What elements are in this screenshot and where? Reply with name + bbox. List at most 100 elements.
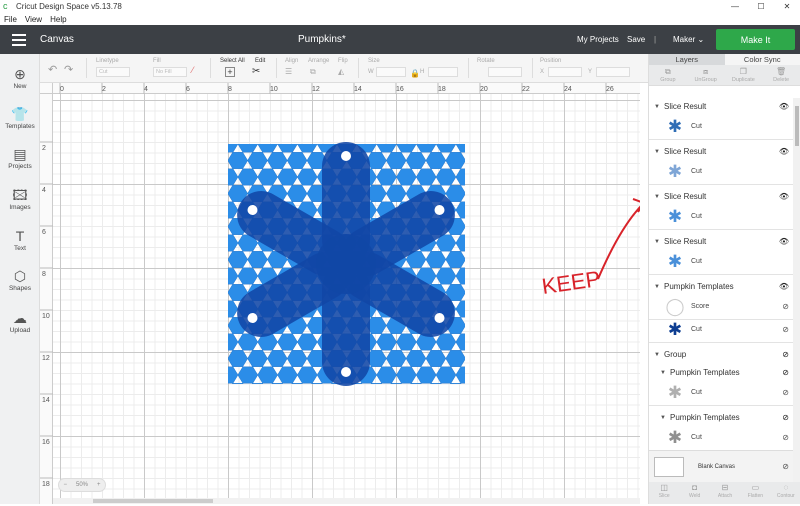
layers-scroll-thumb[interactable] — [795, 106, 799, 146]
eye-hidden-icon[interactable]: ⊘ — [782, 462, 789, 471]
flatten-button[interactable]: ▭Flatten — [740, 482, 770, 504]
make-it-button[interactable]: Make It — [716, 29, 795, 50]
save-button[interactable]: Save — [627, 35, 645, 44]
toolbar-divider — [86, 58, 87, 78]
close-button[interactable]: ✕ — [774, 0, 800, 13]
hexagon-cell — [406, 152, 426, 168]
new-button[interactable]: ⊕ New — [0, 66, 40, 90]
attach-button[interactable]: ⊟Attach — [710, 482, 740, 504]
layer-group-header[interactable]: ▼Pumpkin Templates👁 — [649, 280, 793, 293]
hamburger-menu-icon[interactable] — [0, 34, 38, 46]
eye-icon[interactable]: 👁 — [779, 102, 789, 111]
layer-item[interactable]: ✱Cut — [649, 249, 793, 275]
minimize-button[interactable]: — — [722, 0, 748, 13]
images-button[interactable]: 🖾 Images — [0, 187, 40, 211]
machine-select[interactable]: Maker ⌄ — [673, 35, 704, 44]
eye-hidden-icon[interactable]: ⊘ — [782, 368, 789, 377]
canvas-artwork: KEEP — [53, 94, 640, 504]
caret-down-icon[interactable]: ▼ — [654, 104, 664, 110]
caret-down-icon[interactable]: ▼ — [660, 415, 670, 421]
tab-layers[interactable]: Layers — [649, 54, 725, 65]
ruler-top-label: 4 — [144, 86, 148, 93]
arrange-icon[interactable]: ⧉ — [310, 67, 316, 77]
position-x-input[interactable] — [548, 67, 582, 77]
projects-button[interactable]: ▤ Projects — [0, 146, 40, 170]
zoom-in-button[interactable]: + — [97, 482, 101, 488]
maximize-button[interactable]: ☐ — [748, 0, 774, 13]
my-projects-link[interactable]: My Projects — [577, 35, 619, 44]
layer-item[interactable]: ✱Cut⊘ — [649, 380, 793, 406]
redo-icon[interactable]: ↷ — [64, 63, 73, 76]
eye-hidden-icon[interactable]: ⊘ — [782, 433, 789, 442]
zoom-out-button[interactable]: − — [63, 482, 67, 488]
layer-item[interactable]: ✱Cut — [649, 114, 793, 140]
caret-down-icon[interactable]: ▼ — [654, 194, 664, 200]
eye-hidden-icon[interactable]: ⊘ — [782, 302, 789, 311]
caret-down-icon[interactable]: ▼ — [660, 370, 670, 376]
layer-group-header[interactable]: ▼Slice Result👁 — [649, 100, 793, 113]
design-canvas[interactable]: KEEP — [53, 94, 640, 504]
blank-canvas-swatch[interactable] — [654, 457, 684, 477]
eye-icon[interactable]: 👁 — [779, 147, 789, 156]
hexagon-cell — [436, 367, 456, 383]
text-button[interactable]: T Text — [0, 228, 40, 252]
ruler-top-label: 6 — [186, 86, 190, 93]
layer-group-header[interactable]: ▼Pumpkin Templates⊘ — [649, 411, 793, 424]
hexagon-cell — [416, 367, 436, 383]
size-w-label: W — [368, 69, 374, 75]
eye-hidden-icon[interactable]: ⊘ — [782, 325, 789, 334]
select-all-icon[interactable]: + — [225, 67, 235, 77]
layer-group-header[interactable]: ▼Slice Result👁 — [649, 190, 793, 203]
flip-icon[interactable]: ◭ — [338, 67, 344, 76]
caret-down-icon[interactable]: ▼ — [654, 284, 664, 290]
eye-icon[interactable]: 👁 — [779, 237, 789, 246]
layer-item[interactable]: ✱Cut⊘ — [649, 425, 793, 451]
eye-hidden-icon[interactable]: ⊘ — [782, 413, 789, 422]
undo-icon[interactable]: ↶ — [48, 63, 57, 76]
menu-help[interactable]: Help — [50, 15, 66, 24]
layer-item[interactable]: ✱Cut — [649, 159, 793, 185]
scissors-icon[interactable]: ✂ — [252, 66, 260, 77]
position-y-input[interactable] — [596, 67, 630, 77]
slice-button[interactable]: ◫Slice — [649, 482, 679, 504]
eye-hidden-icon[interactable]: ⊘ — [782, 350, 789, 359]
contour-button[interactable]: ◌Contour — [771, 482, 800, 504]
caret-down-icon[interactable]: ▼ — [654, 239, 664, 245]
tab-color-sync[interactable]: Color Sync — [725, 54, 800, 65]
eye-icon[interactable]: 👁 — [779, 282, 789, 291]
group-button[interactable]: ⧉Group — [649, 65, 687, 85]
duplicate-button[interactable]: ❐Duplicate — [725, 65, 763, 85]
rotate-input[interactable] — [488, 67, 522, 77]
blank-canvas-row[interactable]: Blank Canvas ⊘ — [649, 450, 793, 482]
menu-view[interactable]: View — [25, 15, 42, 24]
fill-select[interactable]: No Fill — [153, 67, 187, 77]
layer-group-header[interactable]: ▼Group⊘ — [649, 348, 793, 361]
templates-button[interactable]: 👕 Templates — [0, 106, 40, 130]
align-icon[interactable]: ☰ — [285, 67, 292, 76]
caret-down-icon[interactable]: ▼ — [654, 149, 664, 155]
ungroup-button[interactable]: ⧈UnGroup — [687, 65, 725, 85]
layer-group-header[interactable]: ▼Pumpkin Templates⊘ — [649, 366, 793, 379]
lock-icon[interactable]: 🔒 — [410, 69, 420, 78]
layer-group-header[interactable]: ▼Slice Result👁 — [649, 145, 793, 158]
layer-item[interactable]: ✱Cut⊘ — [649, 317, 793, 343]
linetype-select[interactable]: Cut — [96, 67, 130, 77]
ruler-top-label: 26 — [606, 86, 614, 93]
fill-color-icon[interactable]: ⁄ — [192, 65, 194, 75]
menu-file[interactable]: File — [4, 15, 17, 24]
layer-item[interactable]: ✱Cut — [649, 204, 793, 230]
shapes-button[interactable]: ⬡ Shapes — [0, 268, 40, 292]
delete-button[interactable]: 🗑Delete — [762, 65, 800, 85]
eye-icon[interactable]: 👁 — [779, 192, 789, 201]
height-input[interactable] — [428, 67, 458, 77]
eye-hidden-icon[interactable]: ⊘ — [782, 388, 789, 397]
caret-down-icon[interactable]: ▼ — [654, 352, 664, 358]
layers-scrollbar[interactable] — [793, 98, 800, 504]
layer-group-header[interactable]: ▼Slice Result👁 — [649, 235, 793, 248]
scroll-thumb[interactable] — [93, 499, 213, 503]
upload-button[interactable]: ☁ Upload — [0, 310, 40, 334]
weld-button[interactable]: ◘Weld — [679, 482, 709, 504]
width-input[interactable] — [376, 67, 406, 77]
canvas-horizontal-scrollbar[interactable] — [53, 498, 640, 504]
ruler-left-label: 16 — [42, 439, 50, 446]
